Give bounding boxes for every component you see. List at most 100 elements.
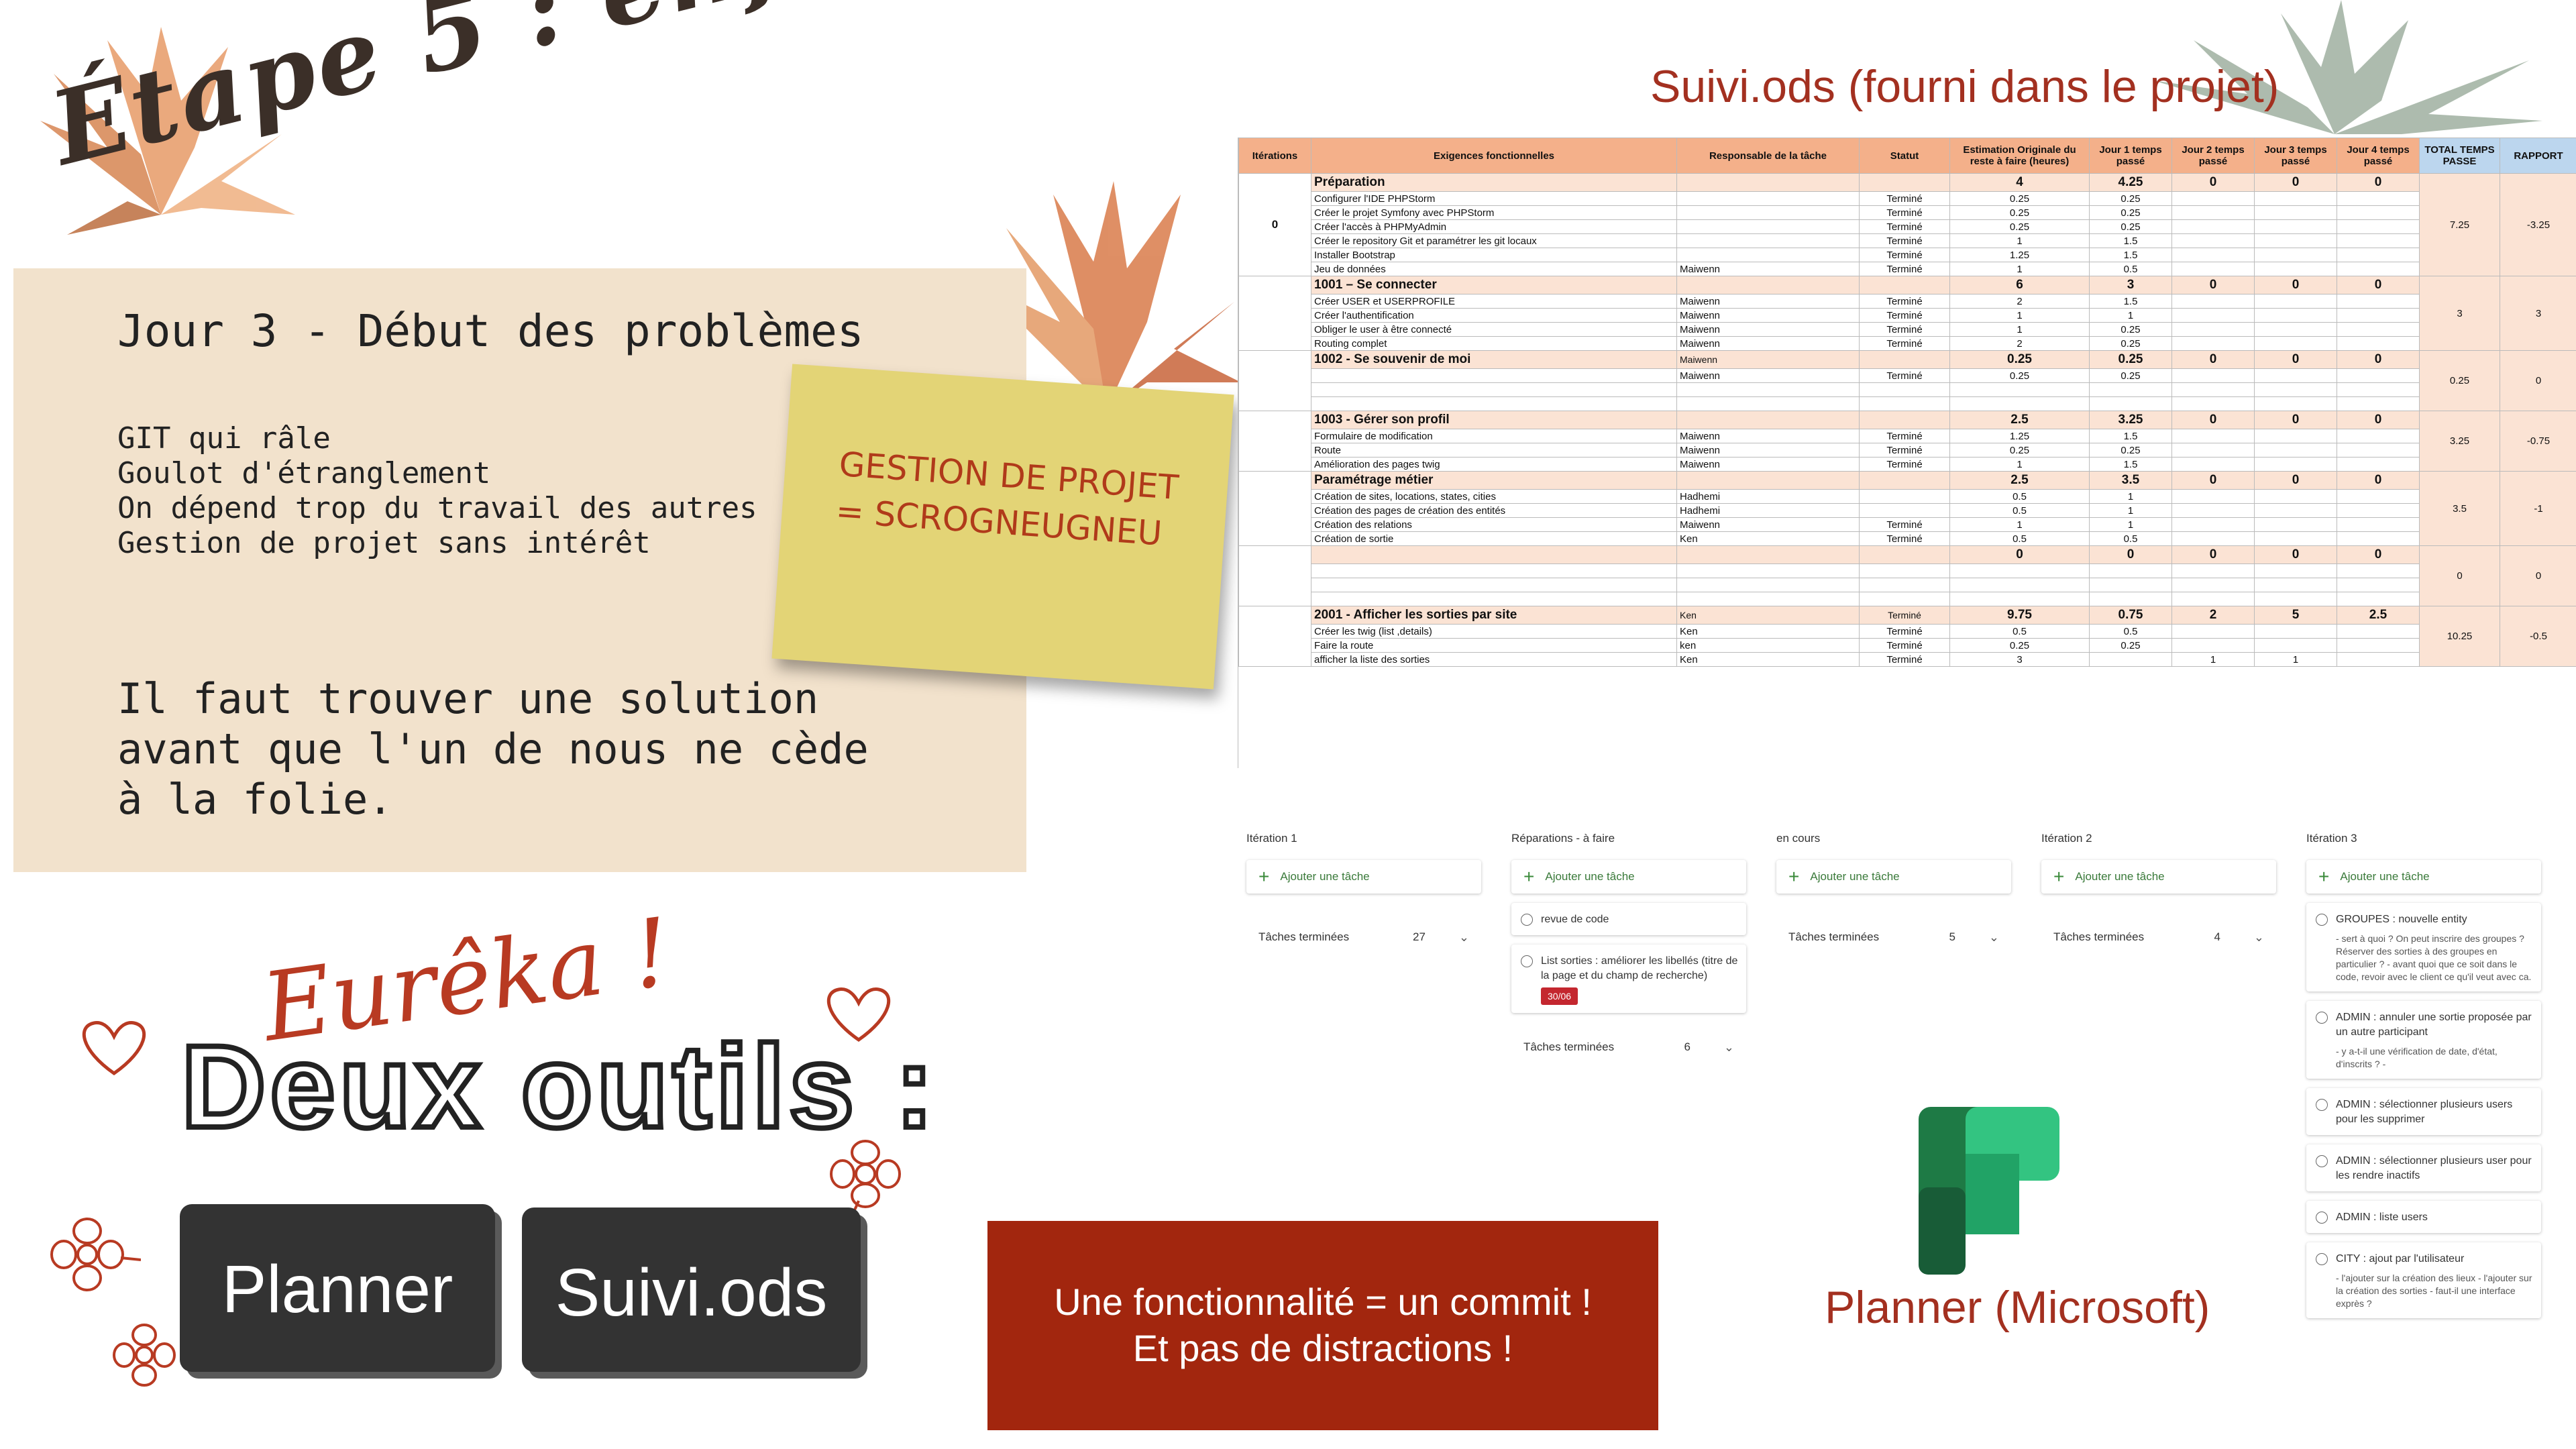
cell[interactable]: 0.25 bbox=[1949, 219, 2090, 234]
cell[interactable] bbox=[1676, 233, 1860, 248]
cell[interactable] bbox=[1311, 396, 1677, 411]
ratio-cell[interactable]: -3.25 bbox=[2500, 173, 2576, 276]
cell[interactable]: 0 bbox=[2254, 411, 2337, 429]
cell[interactable] bbox=[2171, 262, 2255, 276]
cell[interactable] bbox=[1676, 411, 1860, 429]
cell[interactable]: 0 bbox=[2171, 545, 2255, 564]
cell[interactable] bbox=[2254, 489, 2337, 504]
task-card[interactable]: ADMIN : annuler une sortie proposée par … bbox=[2306, 1001, 2541, 1079]
cell[interactable] bbox=[2254, 205, 2337, 220]
cell[interactable] bbox=[2254, 443, 2337, 458]
cell[interactable]: Créer le repository Git et paramétrer le… bbox=[1311, 233, 1677, 248]
cell[interactable]: 0.25 bbox=[2089, 350, 2172, 369]
cell[interactable]: Maiwenn bbox=[1676, 336, 1860, 351]
cell[interactable] bbox=[1676, 382, 1860, 397]
cell[interactable]: Jeu de données bbox=[1311, 262, 1677, 276]
cell[interactable]: Création des pages de création des entit… bbox=[1311, 503, 1677, 518]
cell[interactable] bbox=[2171, 233, 2255, 248]
cell[interactable] bbox=[1859, 503, 1950, 518]
cell[interactable]: 0 bbox=[2171, 471, 2255, 490]
cell[interactable]: 1.5 bbox=[2089, 248, 2172, 262]
cell[interactable] bbox=[2254, 396, 2337, 411]
cell[interactable] bbox=[2254, 638, 2337, 653]
cell[interactable]: Terminé bbox=[1859, 531, 1950, 546]
cell[interactable]: Terminé bbox=[1859, 443, 1950, 458]
ratio-cell[interactable]: -0.75 bbox=[2500, 411, 2576, 472]
cell[interactable]: 1 bbox=[2089, 489, 2172, 504]
section-title[interactable]: Préparation bbox=[1311, 173, 1677, 192]
cell[interactable] bbox=[2254, 308, 2337, 323]
task-card[interactable]: CITY : ajout par l'utilisateur - l'ajoute… bbox=[2306, 1242, 2541, 1318]
iteration-cell[interactable] bbox=[1238, 471, 1311, 546]
cell[interactable] bbox=[2337, 564, 2420, 578]
cell[interactable] bbox=[2171, 503, 2255, 518]
completed-tasks-toggle[interactable]: Tâches terminées 4 ⌄ bbox=[2041, 920, 2276, 954]
cell[interactable] bbox=[1859, 396, 1950, 411]
cell[interactable] bbox=[2254, 322, 2337, 337]
cell[interactable] bbox=[1859, 382, 1950, 397]
complete-checkbox-icon[interactable] bbox=[2316, 1012, 2328, 1024]
cell[interactable]: 0 bbox=[2337, 350, 2420, 369]
add-task-button[interactable]: + Ajouter une tâche bbox=[1246, 860, 1481, 894]
cell[interactable]: Ken bbox=[1676, 652, 1860, 667]
cell[interactable]: Terminé bbox=[1859, 294, 1950, 309]
cell[interactable]: 0 bbox=[2337, 545, 2420, 564]
cell[interactable] bbox=[2089, 592, 2172, 606]
total-cell[interactable]: 3.25 bbox=[2419, 411, 2500, 472]
cell[interactable] bbox=[1676, 592, 1860, 606]
column-header[interactable]: TOTAL TEMPS PASSE bbox=[2419, 138, 2500, 174]
cell[interactable] bbox=[2254, 503, 2337, 518]
cell[interactable]: Ken bbox=[1676, 606, 1860, 625]
bucket-title[interactable]: Itération 1 bbox=[1246, 832, 1481, 845]
bucket-title[interactable]: Itération 3 bbox=[2306, 832, 2541, 845]
cell[interactable] bbox=[1311, 564, 1677, 578]
cell[interactable]: 0 bbox=[2337, 173, 2420, 192]
cell[interactable]: 0 bbox=[2337, 411, 2420, 429]
cell[interactable] bbox=[2171, 322, 2255, 337]
cell[interactable]: Terminé bbox=[1859, 638, 1950, 653]
cell[interactable] bbox=[2337, 638, 2420, 653]
cell[interactable]: Terminé bbox=[1859, 322, 1950, 337]
cell[interactable]: 0 bbox=[2254, 276, 2337, 294]
section-title[interactable]: 2001 - Afficher les sorties par site bbox=[1311, 606, 1677, 625]
cell[interactable] bbox=[1676, 471, 1860, 490]
cell[interactable] bbox=[2171, 531, 2255, 546]
cell[interactable] bbox=[1676, 191, 1860, 206]
cell[interactable]: 4.25 bbox=[2089, 173, 2172, 192]
cell[interactable]: Maiwenn bbox=[1676, 262, 1860, 276]
task-card[interactable]: ADMIN : sélectionner plusieurs user pour… bbox=[2306, 1144, 2541, 1191]
cell[interactable]: Routing complet bbox=[1311, 336, 1677, 351]
cell[interactable] bbox=[2089, 652, 2172, 667]
cell[interactable]: Création de sites, locations, states, ci… bbox=[1311, 489, 1677, 504]
cell[interactable]: Ken bbox=[1676, 531, 1860, 546]
cell[interactable]: Terminé bbox=[1859, 205, 1950, 220]
cell[interactable]: Terminé bbox=[1859, 457, 1950, 472]
cell[interactable]: afficher la liste des sorties bbox=[1311, 652, 1677, 667]
complete-checkbox-icon[interactable] bbox=[2316, 1212, 2328, 1224]
cell[interactable] bbox=[2254, 233, 2337, 248]
cell[interactable]: Terminé bbox=[1859, 652, 1950, 667]
cell[interactable] bbox=[2089, 564, 2172, 578]
cell[interactable]: Maiwenn bbox=[1676, 322, 1860, 337]
cell[interactable] bbox=[2337, 219, 2420, 234]
iteration-cell[interactable]: 0 bbox=[1238, 173, 1311, 276]
cell[interactable]: 0.25 bbox=[1949, 368, 2090, 383]
cell[interactable] bbox=[2254, 457, 2337, 472]
cell[interactable] bbox=[1859, 564, 1950, 578]
cell[interactable] bbox=[2337, 382, 2420, 397]
cell[interactable]: 1 bbox=[2089, 503, 2172, 518]
cell[interactable]: 1 bbox=[1949, 517, 2090, 532]
cell[interactable]: Ken bbox=[1676, 624, 1860, 639]
cell[interactable]: 3 bbox=[2089, 276, 2172, 294]
cell[interactable]: 2 bbox=[1949, 336, 2090, 351]
bucket-title[interactable]: Réparations - à faire bbox=[1511, 832, 1746, 845]
cell[interactable]: 4 bbox=[1949, 173, 2090, 192]
ratio-cell[interactable]: 0 bbox=[2500, 545, 2576, 606]
cell[interactable]: 0.25 bbox=[1949, 205, 2090, 220]
complete-checkbox-icon[interactable] bbox=[2316, 1253, 2328, 1265]
cell[interactable]: 2.5 bbox=[2337, 606, 2420, 625]
cell[interactable] bbox=[1949, 564, 2090, 578]
cell[interactable] bbox=[2254, 248, 2337, 262]
cell[interactable]: 2 bbox=[1949, 294, 2090, 309]
cell[interactable] bbox=[1676, 276, 1860, 294]
